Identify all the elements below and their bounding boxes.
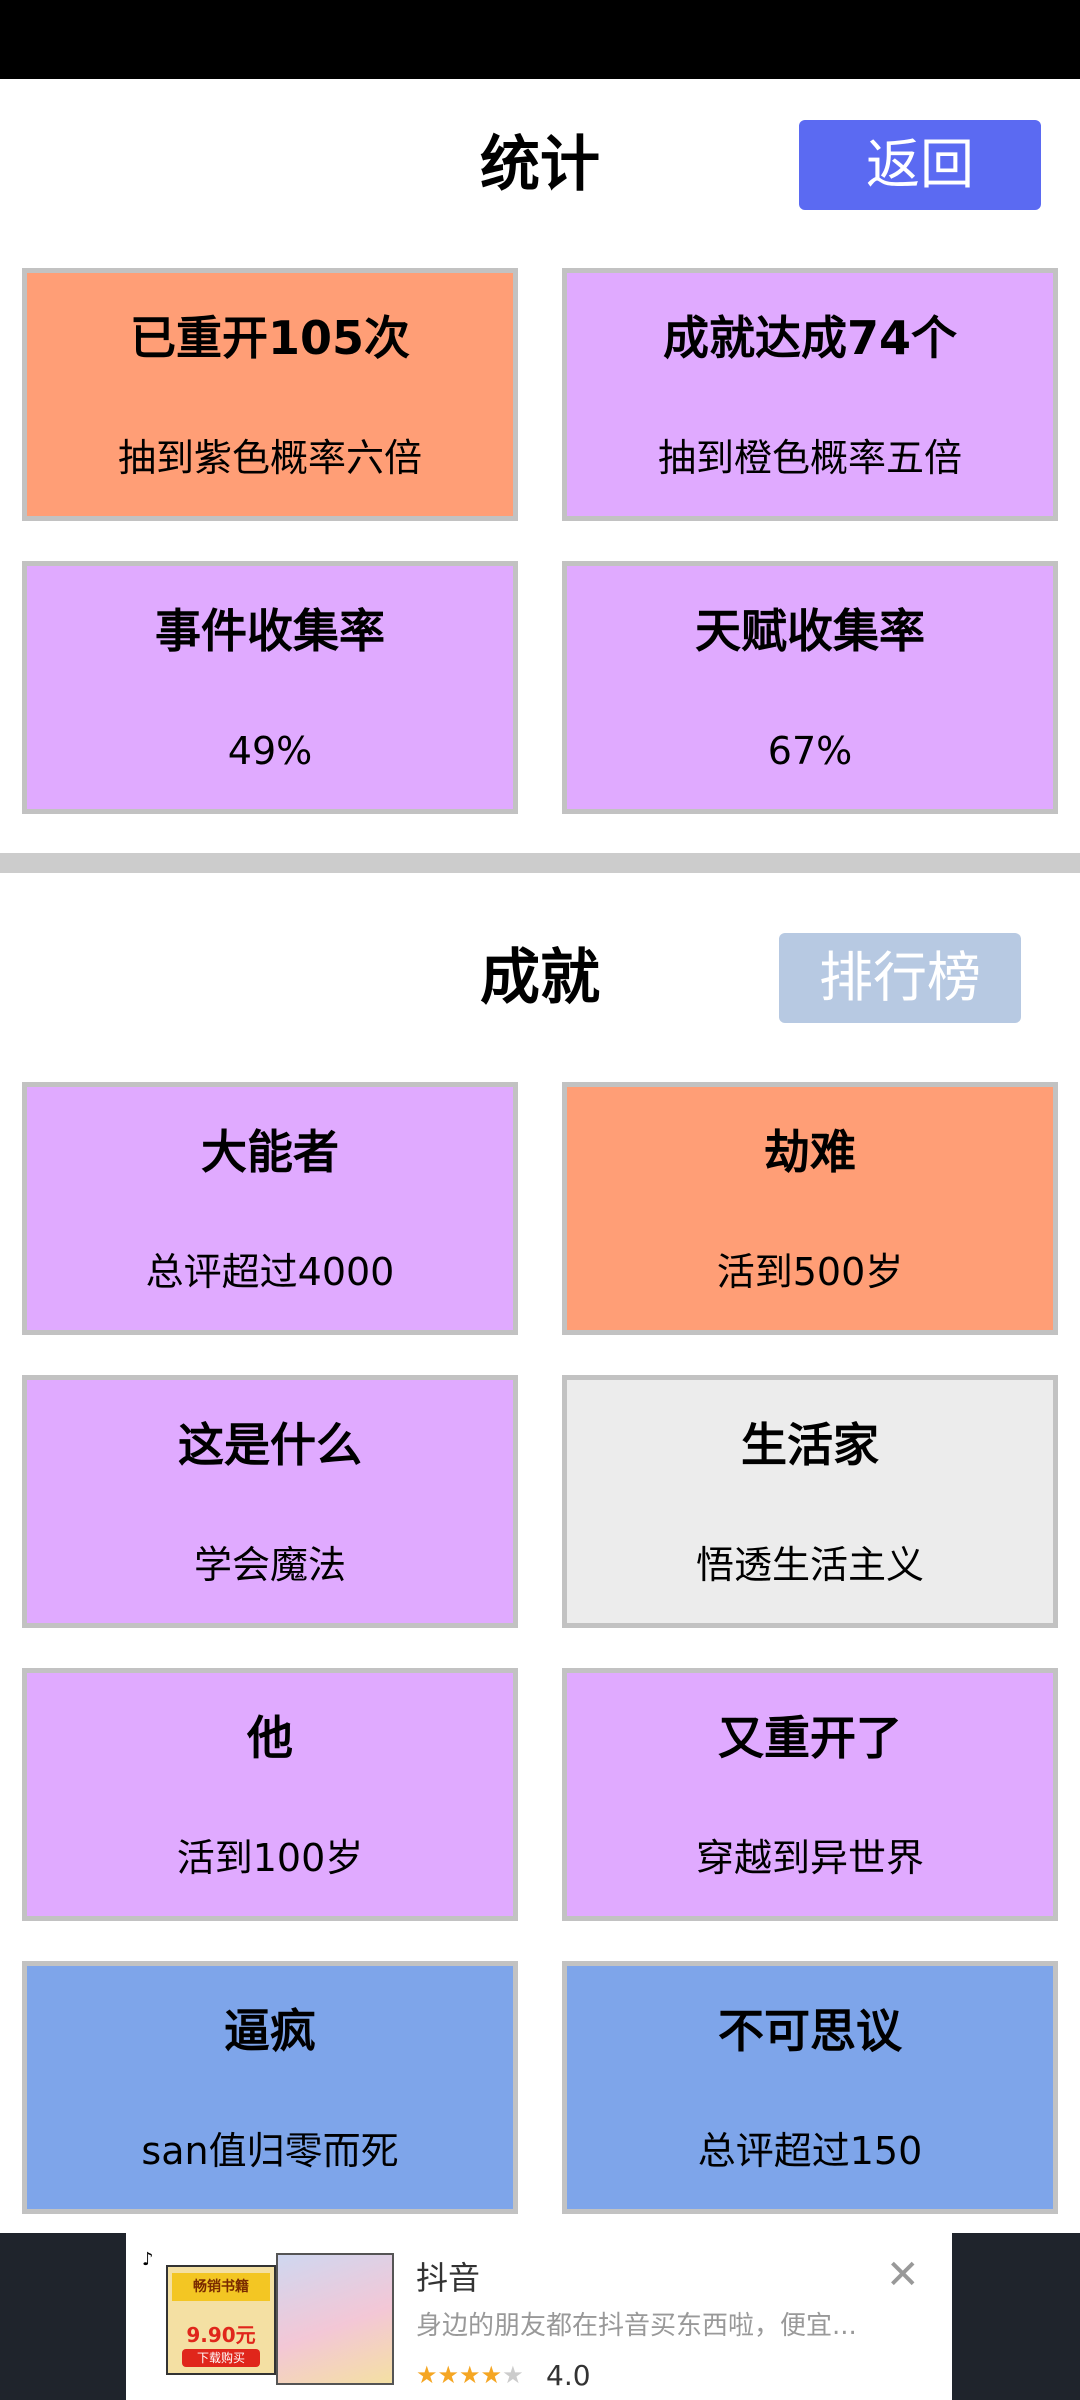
stat-card-event-rate[interactable]: 事件收集率 49% — [22, 561, 518, 814]
tiktok-logo-icon: ♪ — [142, 2249, 154, 2270]
card-title: 逼疯 — [224, 2004, 316, 2058]
ad-banner: ♪ 畅销书籍 9.90元 下载购买 抖音 身边的朋友都在抖音买东西啦，便宜...… — [0, 2233, 1080, 2400]
achievement-card[interactable]: 生活家 悟透生活主义 — [562, 1375, 1058, 1628]
achievements-header: 成就 排行榜 — [0, 928, 1080, 1028]
card-title: 已重开105次 — [129, 311, 411, 365]
ad-card[interactable]: ♪ 畅销书籍 9.90元 下载购买 抖音 身边的朋友都在抖音买东西啦，便宜...… — [126, 2233, 952, 2400]
achievement-card[interactable]: 这是什么 学会魔法 — [22, 1375, 518, 1628]
card-subtitle: 67% — [767, 729, 853, 773]
card-subtitle: 悟透生活主义 — [695, 1543, 924, 1587]
achievement-card[interactable]: 逼疯 san值归零而死 — [22, 1961, 518, 2214]
card-subtitle: 活到100岁 — [176, 1836, 364, 1880]
close-icon[interactable]: ✕ — [886, 2255, 920, 2295]
back-button[interactable]: 返回 — [799, 120, 1041, 210]
card-title: 又重开了 — [718, 1711, 902, 1765]
section-divider — [0, 853, 1080, 873]
card-title: 大能者 — [201, 1125, 339, 1179]
ad-description: 身边的朋友都在抖音买东西啦，便宜... — [416, 2311, 857, 2341]
leaderboard-button[interactable]: 排行榜 — [779, 933, 1021, 1023]
stat-card-talent-rate[interactable]: 天赋收集率 67% — [562, 561, 1058, 814]
ad-thumbnail: 畅销书籍 9.90元 下载购买 — [166, 2265, 276, 2375]
achievement-card[interactable]: 不可思议 总评超过150 — [562, 1961, 1058, 2214]
stats-header: 统计 返回 — [0, 115, 1080, 215]
card-subtitle: 穿越到异世界 — [695, 1836, 924, 1880]
ad-app-name[interactable]: 抖音 — [416, 2253, 480, 2299]
card-subtitle: 学会魔法 — [193, 1543, 346, 1587]
card-title: 不可思议 — [718, 2004, 902, 2058]
card-subtitle: 49% — [227, 729, 313, 773]
achievement-card[interactable]: 劫难 活到500岁 — [562, 1082, 1058, 1335]
ad-sign: 畅销书籍 — [172, 2273, 270, 2301]
ad-price: 9.90元 — [186, 2323, 256, 2347]
card-title: 成就达成74个 — [662, 311, 957, 365]
card-subtitle: 总评超过4000 — [145, 1250, 395, 1294]
card-title: 天赋收集率 — [695, 604, 925, 658]
card-title: 生活家 — [741, 1418, 879, 1472]
card-subtitle: 总评超过150 — [697, 2129, 923, 2173]
star-rating-icon: ★★★★★ — [416, 2361, 524, 2389]
achievement-card[interactable]: 又重开了 穿越到异世界 — [562, 1668, 1058, 1921]
achievement-card[interactable]: 他 活到100岁 — [22, 1668, 518, 1921]
status-bar — [0, 0, 1080, 79]
card-title: 他 — [247, 1711, 293, 1765]
achievement-card[interactable]: 大能者 总评超过4000 — [22, 1082, 518, 1335]
stat-card-achievements[interactable]: 成就达成74个 抽到橙色概率五倍 — [562, 268, 1058, 521]
ad-image[interactable]: ♪ 畅销书籍 9.90元 下载购买 — [136, 2243, 394, 2390]
card-title: 这是什么 — [178, 1418, 362, 1472]
card-title: 劫难 — [764, 1125, 856, 1179]
card-title: 事件收集率 — [155, 604, 385, 658]
card-subtitle: san值归零而死 — [141, 2129, 399, 2173]
stat-card-restarts[interactable]: 已重开105次 抽到紫色概率六倍 — [22, 268, 518, 521]
card-subtitle: 活到500岁 — [716, 1250, 904, 1294]
card-subtitle: 抽到橙色概率五倍 — [657, 436, 962, 480]
ad-thumbnail-book — [276, 2253, 394, 2385]
ad-buy-label: 下载购买 — [182, 2349, 260, 2367]
card-subtitle: 抽到紫色概率六倍 — [117, 436, 422, 480]
ad-rating-score: 4.0 — [546, 2359, 591, 2392]
